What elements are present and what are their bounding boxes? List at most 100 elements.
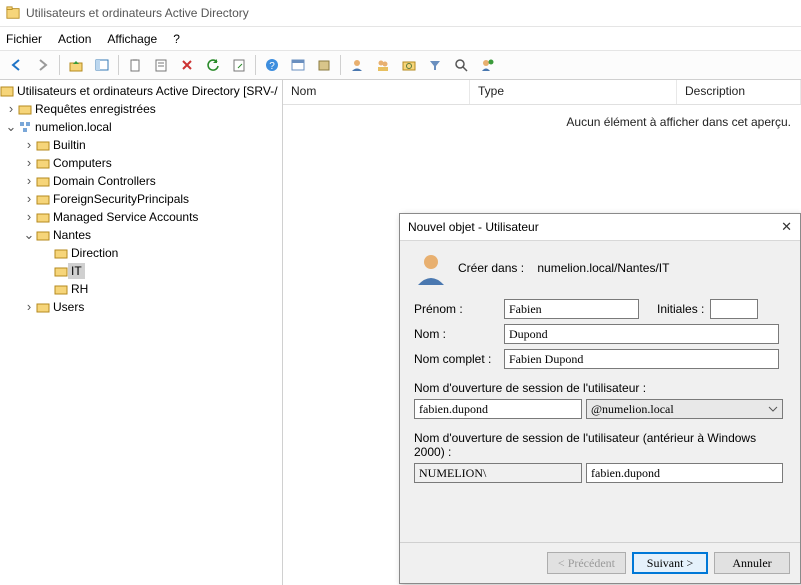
tree-builtin[interactable]: › Builtin [0, 136, 282, 154]
new-group-button[interactable] [371, 53, 395, 77]
create-in-path: numelion.local/Nantes/IT [537, 261, 669, 275]
next-button[interactable]: Suivant > [632, 552, 708, 574]
expand-icon[interactable]: › [4, 102, 18, 116]
col-name[interactable]: Nom [283, 80, 470, 104]
expand-icon[interactable]: › [22, 300, 36, 314]
folder-icon [36, 138, 50, 152]
close-button[interactable]: ✕ [781, 219, 792, 235]
add-to-group-button[interactable] [475, 53, 499, 77]
show-hide-tree-button[interactable] [90, 53, 114, 77]
search-button[interactable] [449, 53, 473, 77]
tree-domain[interactable]: ⌄ numelion.local [0, 118, 282, 136]
new-user-button[interactable] [345, 53, 369, 77]
cut-button[interactable] [123, 53, 147, 77]
tree-root[interactable]: Utilisateurs et ordinateurs Active Direc… [0, 82, 282, 100]
expand-icon[interactable]: › [22, 192, 36, 206]
tree-msa[interactable]: › Managed Service Accounts [0, 208, 282, 226]
firstname-input[interactable] [504, 299, 639, 319]
ou-icon [54, 282, 68, 296]
expand-icon[interactable]: › [22, 156, 36, 170]
collapse-icon[interactable]: ⌄ [4, 120, 18, 134]
find-button[interactable] [286, 53, 310, 77]
toolbar-separator [255, 55, 256, 75]
filter-button[interactable] [423, 53, 447, 77]
group-icon [376, 58, 390, 72]
logon-legacy-label: Nom d'ouverture de session de l'utilisat… [414, 431, 786, 459]
up-button[interactable] [64, 53, 88, 77]
menu-action[interactable]: Action [58, 32, 91, 46]
delete-button[interactable] [175, 53, 199, 77]
back-button[interactable] [5, 53, 29, 77]
row-firstname: Prénom : Initiales : [414, 299, 786, 319]
aduc-window: { "title": "Utilisateurs et ordinateurs … [0, 0, 801, 585]
tree-label: Managed Service Accounts [50, 209, 201, 225]
tree-nantes[interactable]: ⌄ Nantes [0, 226, 282, 244]
folder-icon [36, 210, 50, 224]
cancel-button[interactable]: Annuler [714, 552, 790, 574]
upn-suffix-combo[interactable]: @numelion.local [586, 399, 783, 419]
expand-icon[interactable]: › [22, 210, 36, 224]
new-container-button[interactable] [312, 53, 336, 77]
domain-icon [18, 120, 32, 134]
tree-label: Direction [68, 245, 121, 261]
new-user-dialog: Nouvel objet - Utilisateur ✕ Créer dans … [399, 213, 801, 584]
prev-button: < Précédent [547, 552, 626, 574]
tree-label: IT [68, 263, 85, 279]
row-logon-legacy [414, 463, 786, 483]
properties-button[interactable] [149, 53, 173, 77]
refresh-button[interactable] [201, 53, 225, 77]
tree-dc[interactable]: › Domain Controllers [0, 172, 282, 190]
sam-input[interactable] [586, 463, 783, 483]
export-button[interactable] [227, 53, 251, 77]
lastname-input[interactable] [504, 324, 779, 344]
create-in-row: Créer dans : numelion.local/Nantes/IT [458, 261, 669, 275]
tree-computers[interactable]: › Computers [0, 154, 282, 172]
tree-rh[interactable]: RH [0, 280, 282, 298]
menu-file[interactable]: Fichier [6, 32, 42, 46]
tree-fsp[interactable]: › ForeignSecurityPrincipals [0, 190, 282, 208]
tree-root-label: Utilisateurs et ordinateurs Active Direc… [14, 83, 281, 99]
firstname-label: Prénom : [414, 302, 504, 316]
row-fullname: Nom complet : [414, 349, 786, 369]
help-icon: ? [265, 58, 279, 72]
tree-label: Builtin [50, 137, 89, 153]
folder-up-icon [69, 58, 83, 72]
tree-users[interactable]: › Users [0, 298, 282, 316]
folder-icon [36, 156, 50, 170]
netbios-input [414, 463, 582, 483]
new-ou-button[interactable] [397, 53, 421, 77]
row-lastname: Nom : [414, 324, 786, 344]
container-icon [317, 58, 331, 72]
fullname-input[interactable] [504, 349, 779, 369]
col-desc[interactable]: Description [677, 80, 801, 104]
export-icon [232, 58, 246, 72]
tree-pane: Utilisateurs et ordinateurs Active Direc… [0, 80, 283, 585]
expand-icon[interactable]: › [22, 174, 36, 188]
menu-help[interactable]: ? [173, 32, 180, 46]
user-icon [350, 58, 364, 72]
initials-input[interactable] [710, 299, 758, 319]
tree-direction[interactable]: Direction [0, 244, 282, 262]
filter-icon [428, 58, 442, 72]
tree-label: Domain Controllers [50, 173, 159, 189]
collapse-icon[interactable]: ⌄ [22, 228, 36, 242]
user-large-icon [414, 251, 448, 285]
tree-label: ForeignSecurityPrincipals [50, 191, 192, 207]
logon-input[interactable] [414, 399, 582, 419]
tree-saved-queries[interactable]: › Requêtes enregistrées [0, 100, 282, 118]
dialog-title: Nouvel objet - Utilisateur [408, 220, 539, 234]
clipboard-icon [128, 58, 142, 72]
tree-label: Users [50, 299, 87, 315]
ou-icon [402, 58, 416, 72]
forward-button[interactable] [31, 53, 55, 77]
lastname-label: Nom : [414, 327, 504, 341]
menu-view[interactable]: Affichage [107, 32, 157, 46]
tree-it[interactable]: IT [0, 262, 282, 280]
panel-icon [95, 58, 109, 72]
toolbar: ? [0, 51, 801, 80]
help-button[interactable]: ? [260, 53, 284, 77]
toolbar-separator [118, 55, 119, 75]
expand-icon[interactable]: › [22, 138, 36, 152]
dialog-footer: < Précédent Suivant > Annuler [400, 542, 800, 583]
col-type[interactable]: Type [470, 80, 677, 104]
